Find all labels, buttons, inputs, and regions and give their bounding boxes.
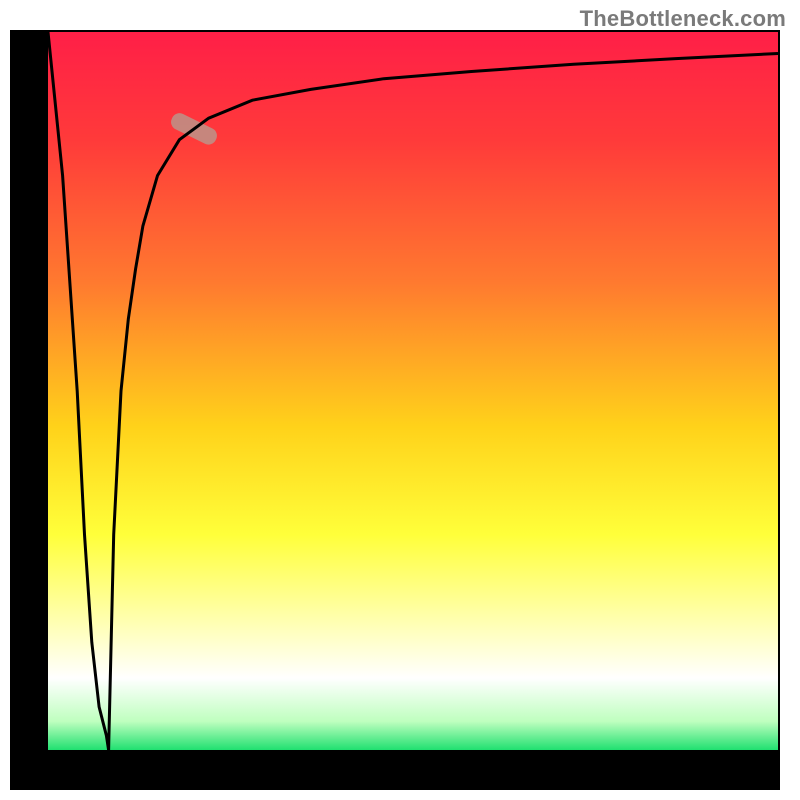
plot-background-gradient <box>48 32 778 750</box>
bottleneck-chart <box>0 0 800 800</box>
chart-stage: TheBottleneck.com <box>0 0 800 800</box>
watermark-text: TheBottleneck.com <box>580 6 786 32</box>
